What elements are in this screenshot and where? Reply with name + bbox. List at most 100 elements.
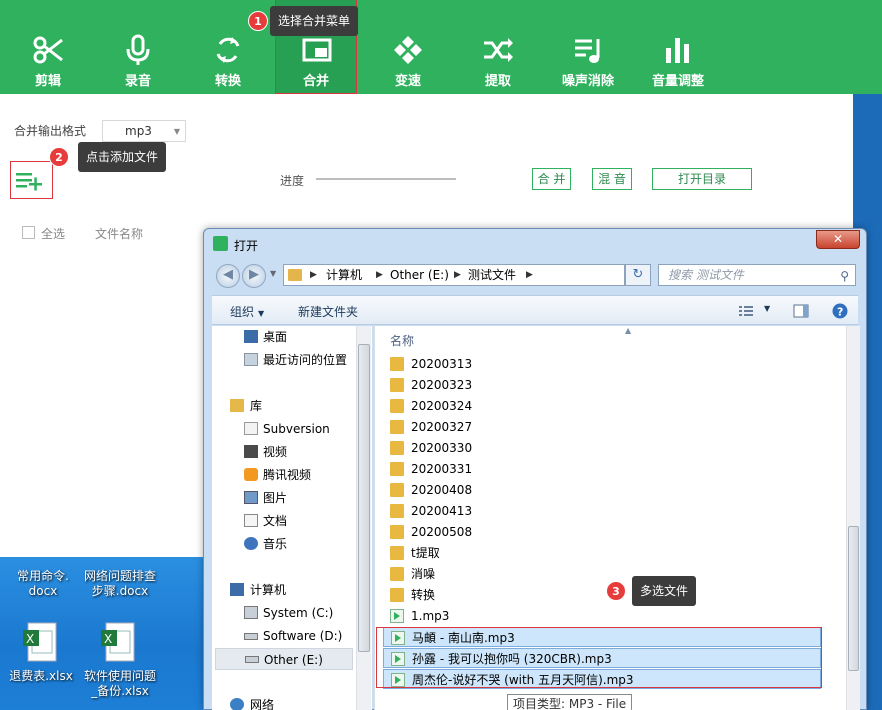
back-button[interactable]: ◀ [216, 264, 240, 288]
nav-item-video[interactable]: 视频 [212, 441, 352, 463]
folder-row[interactable]: 消噪 [383, 564, 821, 584]
noise-icon [575, 39, 600, 63]
open-directory-button[interactable]: 打开目录 [652, 168, 752, 190]
nav-item-label: 网络 [250, 698, 275, 710]
add-files-button[interactable] [10, 161, 53, 199]
folder-icon [390, 441, 404, 455]
name-column-header[interactable]: 名称 [390, 332, 414, 349]
format-value: mp3 [125, 124, 152, 138]
file-name: 1.mp3 [411, 609, 450, 623]
file-name: 20200327 [411, 420, 473, 434]
folder-row[interactable]: 20200413 [383, 501, 821, 521]
tool-volume[interactable]: 音量调整 [638, 0, 718, 94]
help-icon[interactable]: ? [832, 303, 848, 319]
format-select[interactable]: mp3 ▼ [102, 120, 186, 142]
search-input[interactable]: 搜索 测试文件 ⚲ [658, 264, 856, 286]
folder-row[interactable]: t提取 [383, 543, 821, 563]
file-scrollbar[interactable] [846, 326, 860, 710]
callout-2: 点击添加文件 [78, 142, 167, 172]
nav-item-recent[interactable]: 最近访问的位置 [212, 349, 352, 371]
folder-row[interactable]: 20200408 [383, 480, 821, 500]
scrollbar-thumb[interactable] [358, 344, 370, 652]
refresh-button[interactable]: ↻ [625, 264, 651, 286]
callout-1-text: 选择合并菜单 [278, 14, 351, 28]
breadcrumb-computer[interactable]: 计算机 [326, 265, 362, 285]
nav-item-desktop[interactable]: 桌面 [212, 326, 352, 348]
mp3-file-row[interactable]: 1.mp3 [383, 606, 821, 626]
select-all-checkbox[interactable] [22, 226, 35, 239]
forward-button[interactable]: ▶ [242, 264, 266, 288]
folder-row[interactable]: 20200331 [383, 459, 821, 479]
folder-row[interactable]: 20200313 [383, 354, 821, 374]
desktop-icon-xlsx-2[interactable]: 软件使用问题 _备份.xlsx [80, 669, 160, 699]
file-name: 20200331 [411, 462, 473, 476]
desktop-icon-xlsx-1[interactable]: 退费表.xlsx [1, 669, 81, 684]
nav-item-subversion[interactable]: Subversion [212, 418, 352, 440]
chevron-down-icon[interactable]: ▼ [764, 304, 770, 313]
file-name: 20200313 [411, 357, 473, 371]
mix-button[interactable]: 混 音 [592, 168, 632, 190]
nav-scrollbar[interactable] [356, 326, 371, 710]
new-folder-button[interactable]: 新建文件夹 [298, 303, 358, 320]
folder-icon [390, 357, 404, 371]
excel-file-icon[interactable]: X [100, 622, 136, 664]
desktop-icon-docx-2[interactable]: 网络问题排查 步骤.docx [80, 569, 160, 599]
close-button[interactable]: ✕ [816, 230, 860, 249]
forward-arrow-icon: ▶ [249, 267, 259, 282]
drive-icon [244, 606, 258, 619]
file-name-column-header: 文件名称 [95, 227, 144, 241]
folder-row[interactable]: 20200324 [383, 396, 821, 416]
folder-row[interactable]: 20200323 [383, 375, 821, 395]
tool-noise[interactable]: 噪声消除 [548, 0, 628, 94]
callout-3-badge: 3 [606, 581, 626, 601]
scrollbar-thumb[interactable] [848, 526, 859, 671]
tool-cut-label: 剪辑 [34, 74, 61, 89]
folder-row[interactable]: 转换 [383, 585, 821, 605]
command-bar: 组织 ▼ 新建文件夹 ▼ ? [212, 295, 858, 325]
preview-pane-icon[interactable] [793, 304, 809, 318]
tool-speed[interactable]: 变速 [368, 0, 448, 94]
dialog-title: 打开 [234, 239, 259, 253]
folder-row[interactable]: 20200508 [383, 522, 821, 542]
breadcrumb-folder[interactable]: 测试文件 [468, 265, 516, 285]
excel-file-icon[interactable]: X [22, 622, 58, 664]
nav-item-documents[interactable]: 文档 [212, 510, 352, 532]
file-name: 20200324 [411, 399, 473, 413]
view-options-icon[interactable] [738, 304, 754, 318]
nav-item-drive-c[interactable]: System (C:) [212, 602, 352, 624]
nav-item-drive-d[interactable]: Software (D:) [212, 625, 352, 647]
select-all-label: 全选 [41, 227, 66, 241]
mp3-file-icon [390, 609, 404, 623]
convert-icon [216, 37, 240, 63]
folder-row[interactable]: 20200330 [383, 438, 821, 458]
folder-row[interactable]: 20200327 [383, 417, 821, 437]
nav-item-computer[interactable]: 计算机 [212, 579, 352, 601]
app-window: 剪辑 录音 转换 合并 变速 提取 噪声消除 音量调整 选择合并菜单 1 合并输… [0, 0, 882, 710]
tool-record[interactable]: 录音 [98, 0, 178, 94]
organize-button[interactable]: 组织 ▼ [230, 303, 264, 320]
tool-cut[interactable]: 剪辑 [8, 0, 88, 94]
desktop-icon-docx-1[interactable]: 常用命令. docx [3, 569, 83, 599]
nav-item-library[interactable]: 库 [212, 395, 352, 417]
nav-item-label: 库 [250, 399, 263, 413]
breadcrumb-separator: ▶ [376, 270, 383, 280]
nav-item-tencent-video[interactable]: 腾讯视频 [212, 464, 352, 486]
file-type-tooltip: 项目类型: MP3 - File [507, 694, 633, 710]
nav-item-network[interactable]: 网络 [212, 694, 352, 710]
nav-item-label: 最近访问的位置 [263, 353, 348, 367]
search-placeholder: 搜索 测试文件 [668, 268, 744, 282]
address-bar[interactable]: ▶ 计算机 ▶ Other (E:) ▶ 测试文件 ▶ ▼ [283, 264, 696, 286]
nav-item-drive-e[interactable]: Other (E:) [215, 648, 353, 670]
merge-button[interactable]: 合 并 [532, 168, 571, 190]
breadcrumb-separator: ▶ [454, 270, 461, 280]
progress-bar [316, 178, 456, 180]
nav-item-music[interactable]: 音乐 [212, 533, 352, 555]
merge-icon [302, 38, 332, 62]
extract-icon [484, 38, 513, 62]
folder-icon [390, 525, 404, 539]
recent-locations-dropdown[interactable]: ▼ [270, 269, 276, 278]
tool-extract[interactable]: 提取 [458, 0, 538, 94]
callout-1-badge: 1 [248, 11, 268, 31]
nav-item-pictures[interactable]: 图片 [212, 487, 352, 509]
breadcrumb-drive[interactable]: Other (E:) [390, 265, 449, 285]
